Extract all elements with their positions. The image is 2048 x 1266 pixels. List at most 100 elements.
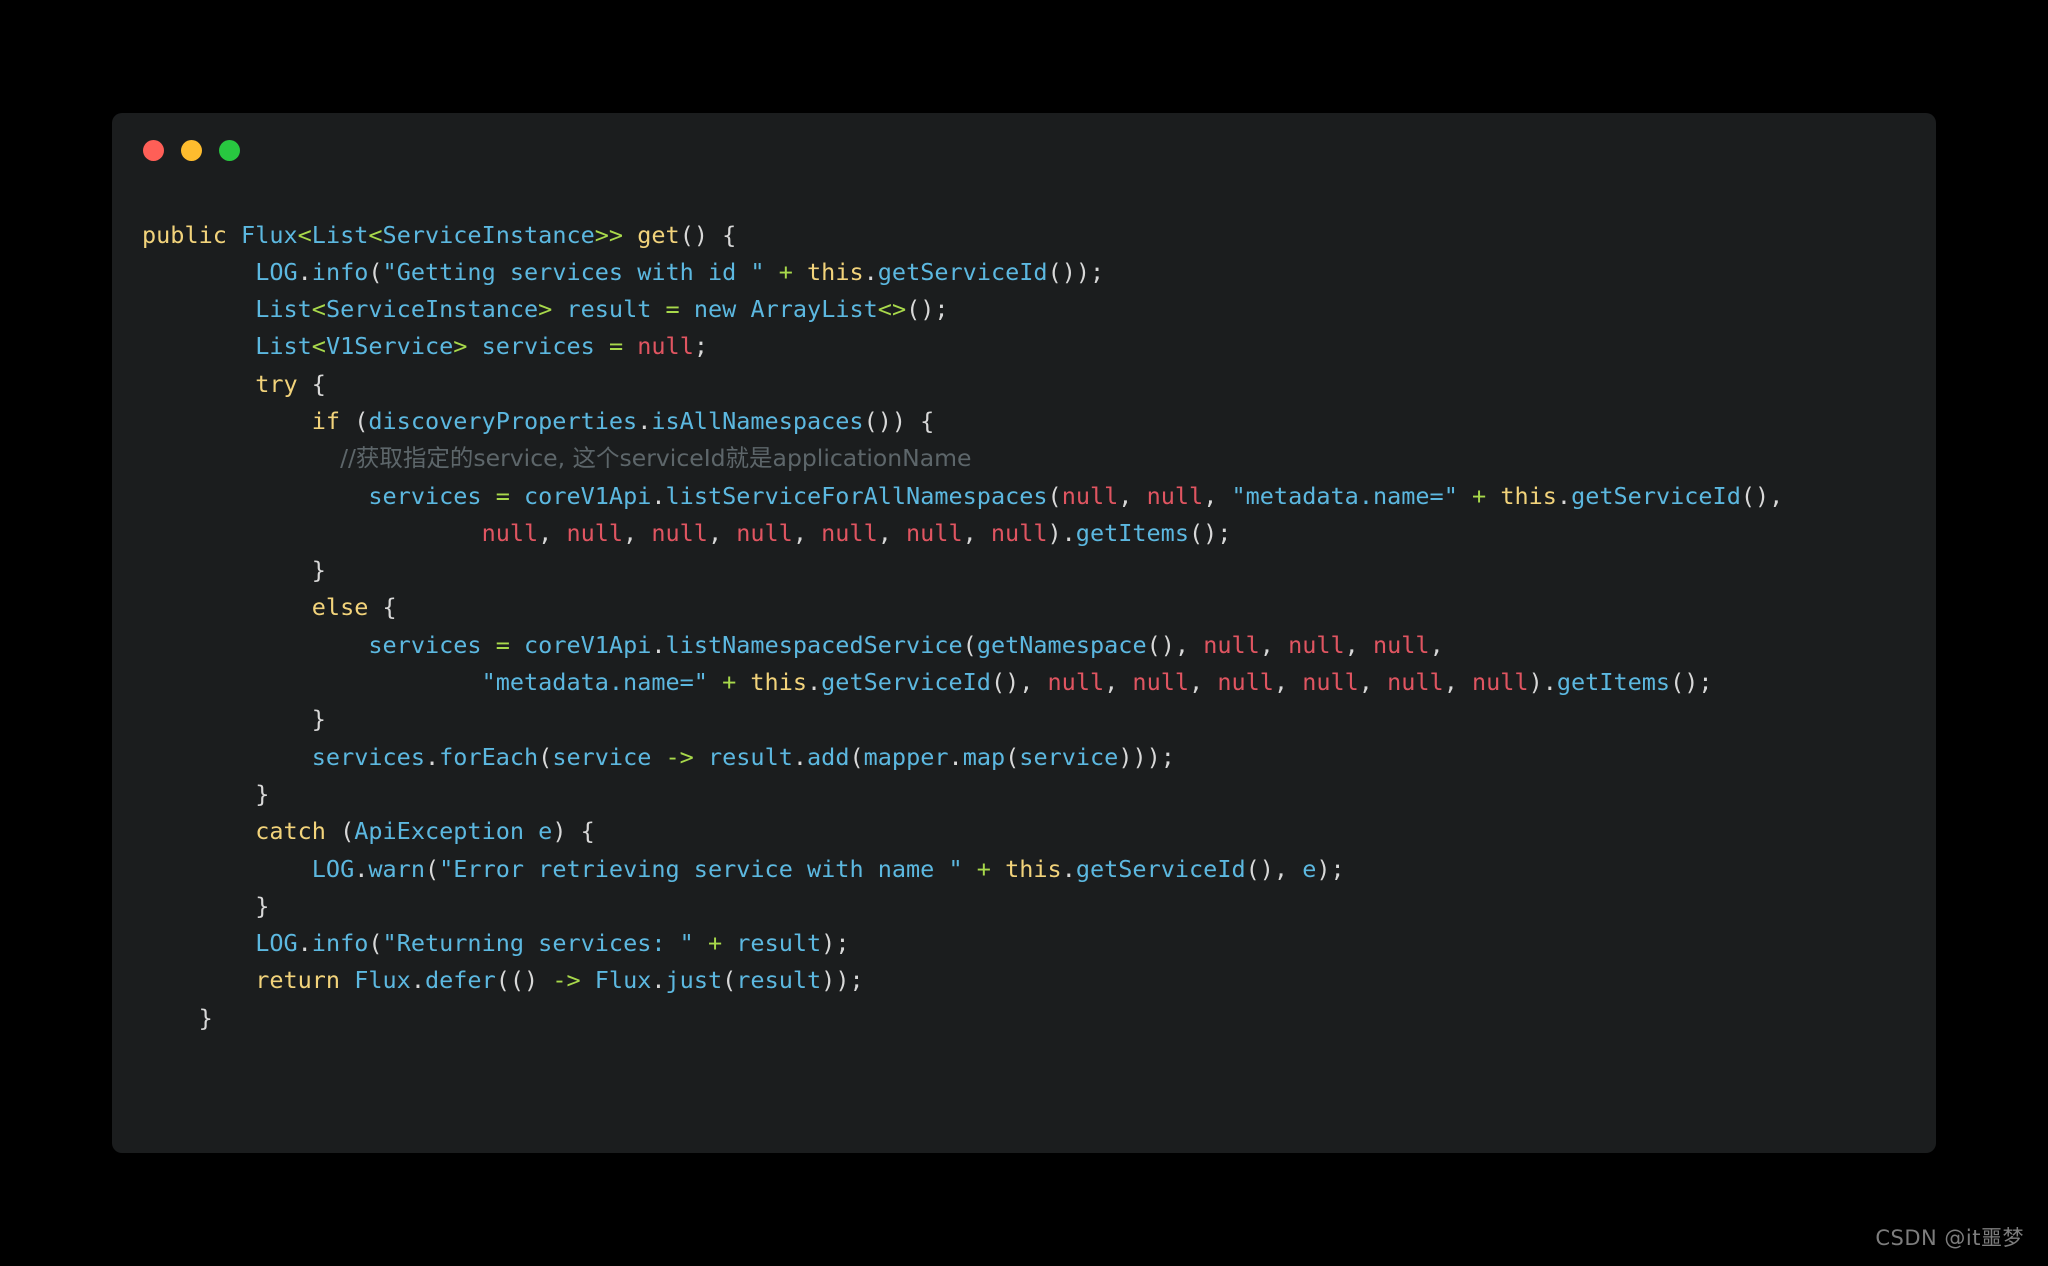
code-token: }	[142, 1003, 213, 1032]
code-token: .	[354, 854, 369, 883]
code-token: >>	[594, 220, 624, 249]
code-token: <	[311, 295, 326, 324]
code-token: (	[340, 406, 369, 435]
code-token: (	[849, 742, 864, 771]
code-line: "metadata.name=" + this.getServiceId(), …	[142, 664, 1918, 701]
code-token: null	[1203, 630, 1260, 659]
code-token: this	[750, 668, 807, 697]
code-token: ArrayList	[750, 295, 878, 324]
code-token: "Returning services: "	[382, 929, 694, 958]
code-token: (	[368, 929, 383, 958]
code-line: else {	[142, 589, 1918, 626]
code-token: getServiceId	[821, 668, 991, 697]
code-token: =	[495, 630, 510, 659]
code-token: null	[990, 518, 1048, 547]
code-token: services	[368, 481, 482, 510]
code-line: public Flux<List<ServiceInstance>> get()…	[142, 217, 1918, 254]
code-token: result	[736, 929, 822, 958]
code-token: (()	[495, 966, 553, 995]
code-token: ServiceInstance	[382, 220, 595, 249]
code-token: );	[1316, 854, 1345, 883]
code-token: null	[651, 518, 708, 547]
code-token: result	[566, 295, 652, 324]
code-token: discoveryProperties	[368, 406, 638, 435]
code-token: coreV1Api	[524, 481, 652, 510]
code-token: (	[325, 817, 355, 846]
code-token: isAllNamespaces	[651, 406, 864, 435]
code-token: =	[495, 481, 510, 510]
code-token: info	[311, 257, 369, 286]
code-token: ,	[1104, 668, 1133, 697]
code-token: .	[410, 966, 425, 995]
code-token: ,	[1203, 481, 1232, 510]
close-icon[interactable]	[143, 140, 164, 161]
window-controls	[143, 140, 240, 161]
code-token: ,	[1443, 668, 1472, 697]
code-token: null	[637, 332, 694, 361]
code-token: .	[651, 966, 666, 995]
code-token: >	[538, 295, 553, 324]
watermark: CSDN @it噩梦	[1875, 1226, 2024, 1250]
maximize-icon[interactable]	[219, 140, 240, 161]
code-window: public Flux<List<ServiceInstance>> get()…	[112, 113, 1936, 1153]
code-token: result	[736, 966, 822, 995]
code-token: e	[538, 817, 553, 846]
code-line: List<ServiceInstance> result = new Array…	[142, 291, 1918, 328]
code-token: catch	[255, 817, 326, 846]
code-token: }	[142, 705, 326, 734]
code-block[interactable]: public Flux<List<ServiceInstance>> get()…	[142, 217, 1918, 1038]
code-line: return Flux.defer(() -> Flux.just(result…	[142, 962, 1918, 999]
code-token: List	[311, 220, 369, 249]
code-line: services.forEach(service -> result.add(m…	[142, 739, 1918, 776]
code-token: (	[538, 742, 553, 771]
code-token: .	[1061, 854, 1076, 883]
code-token: ,	[707, 518, 737, 547]
code-token: getNamespace	[976, 630, 1147, 659]
code-token: this	[1005, 854, 1062, 883]
code-token: getServiceId	[1075, 854, 1246, 883]
code-token: null	[481, 518, 539, 547]
code-token: null	[1132, 668, 1190, 697]
code-line: try {	[142, 366, 1918, 403]
code-token: "metadata.name="	[481, 668, 708, 697]
code-token: );	[821, 929, 850, 958]
code-token: forEach	[439, 742, 539, 771]
code-token: Flux	[241, 220, 298, 249]
code-token: just	[665, 966, 723, 995]
code-token: this	[1500, 481, 1557, 510]
code-token: }	[142, 556, 326, 585]
code-line: LOG.info("Getting services with id " + t…	[142, 254, 1918, 291]
code-token: List	[255, 295, 312, 324]
code-token: ,	[792, 518, 822, 547]
code-token: ->	[552, 966, 581, 995]
code-token: map	[962, 742, 1006, 771]
code-token: getServiceId	[1571, 481, 1741, 510]
minimize-icon[interactable]	[181, 140, 202, 161]
code-token: null	[1302, 668, 1359, 697]
code-token: +	[778, 257, 793, 286]
code-token: {	[297, 369, 326, 398]
code-line: LOG.info("Returning services: " + result…	[142, 925, 1918, 962]
code-token: getItems	[1075, 518, 1189, 547]
